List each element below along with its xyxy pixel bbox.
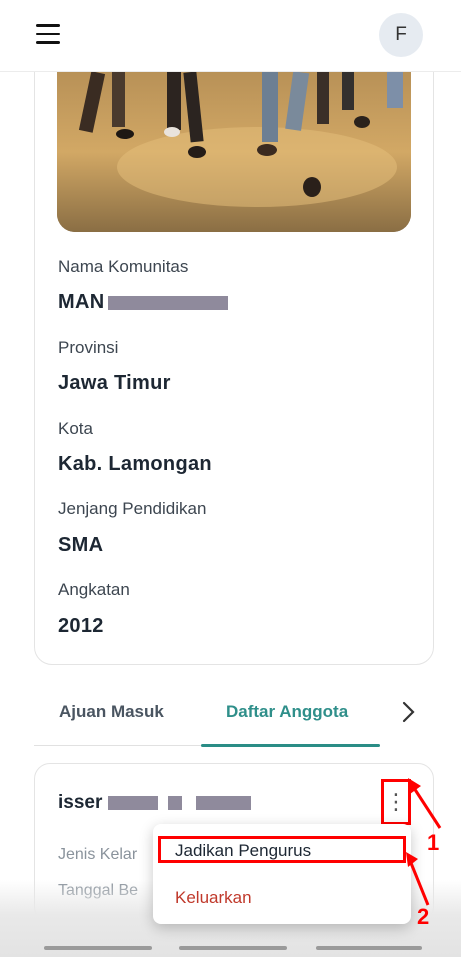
menu-item-keluarkan[interactable]: Keluarkan xyxy=(175,888,252,908)
nav-indicator-right xyxy=(316,946,422,950)
nav-indicator-center xyxy=(179,946,287,950)
redaction-blur xyxy=(108,795,159,810)
annotation-highlight-box xyxy=(158,836,406,863)
community-name-value: MAN xyxy=(58,291,229,314)
member-gender-label: Jenis Kelar xyxy=(58,846,138,863)
province-label: Provinsi xyxy=(58,338,119,357)
graduation-year-label: Angkatan xyxy=(58,580,130,599)
community-photo xyxy=(57,72,411,232)
chevron-right-icon[interactable] xyxy=(399,700,419,724)
annotation-marker-1: 1 xyxy=(427,830,440,855)
redaction-blur xyxy=(196,795,252,810)
annotation-marker-2: 2 xyxy=(417,904,430,929)
member-name: isser xyxy=(58,792,252,814)
top-app-bar: F xyxy=(0,0,461,72)
tab-ajuan-masuk[interactable]: Ajuan Masuk xyxy=(59,702,164,722)
tab-daftar-anggota[interactable]: Daftar Anggota xyxy=(226,702,348,722)
education-level-label: Jenjang Pendidikan xyxy=(58,499,207,518)
member-tabs: Ajuan Masuk Daftar Anggota xyxy=(34,688,434,748)
education-level-value: SMA xyxy=(58,534,104,556)
city-value: Kab. Lamongan xyxy=(58,453,212,475)
province-value: Jawa Timur xyxy=(58,372,171,394)
redaction-blur xyxy=(108,295,229,310)
redaction-blur xyxy=(168,795,183,810)
community-name-label: Nama Komunitas xyxy=(58,257,189,276)
hamburger-icon[interactable] xyxy=(36,24,60,46)
tab-active-indicator xyxy=(201,744,380,747)
avatar[interactable]: F xyxy=(379,13,423,57)
member-date-label: Tanggal Be xyxy=(58,882,139,899)
kebab-menu-icon[interactable]: ⋮ xyxy=(381,779,411,825)
nav-indicator-left xyxy=(44,946,152,950)
graduation-year-value: 2012 xyxy=(58,615,104,637)
city-label: Kota xyxy=(58,419,93,438)
